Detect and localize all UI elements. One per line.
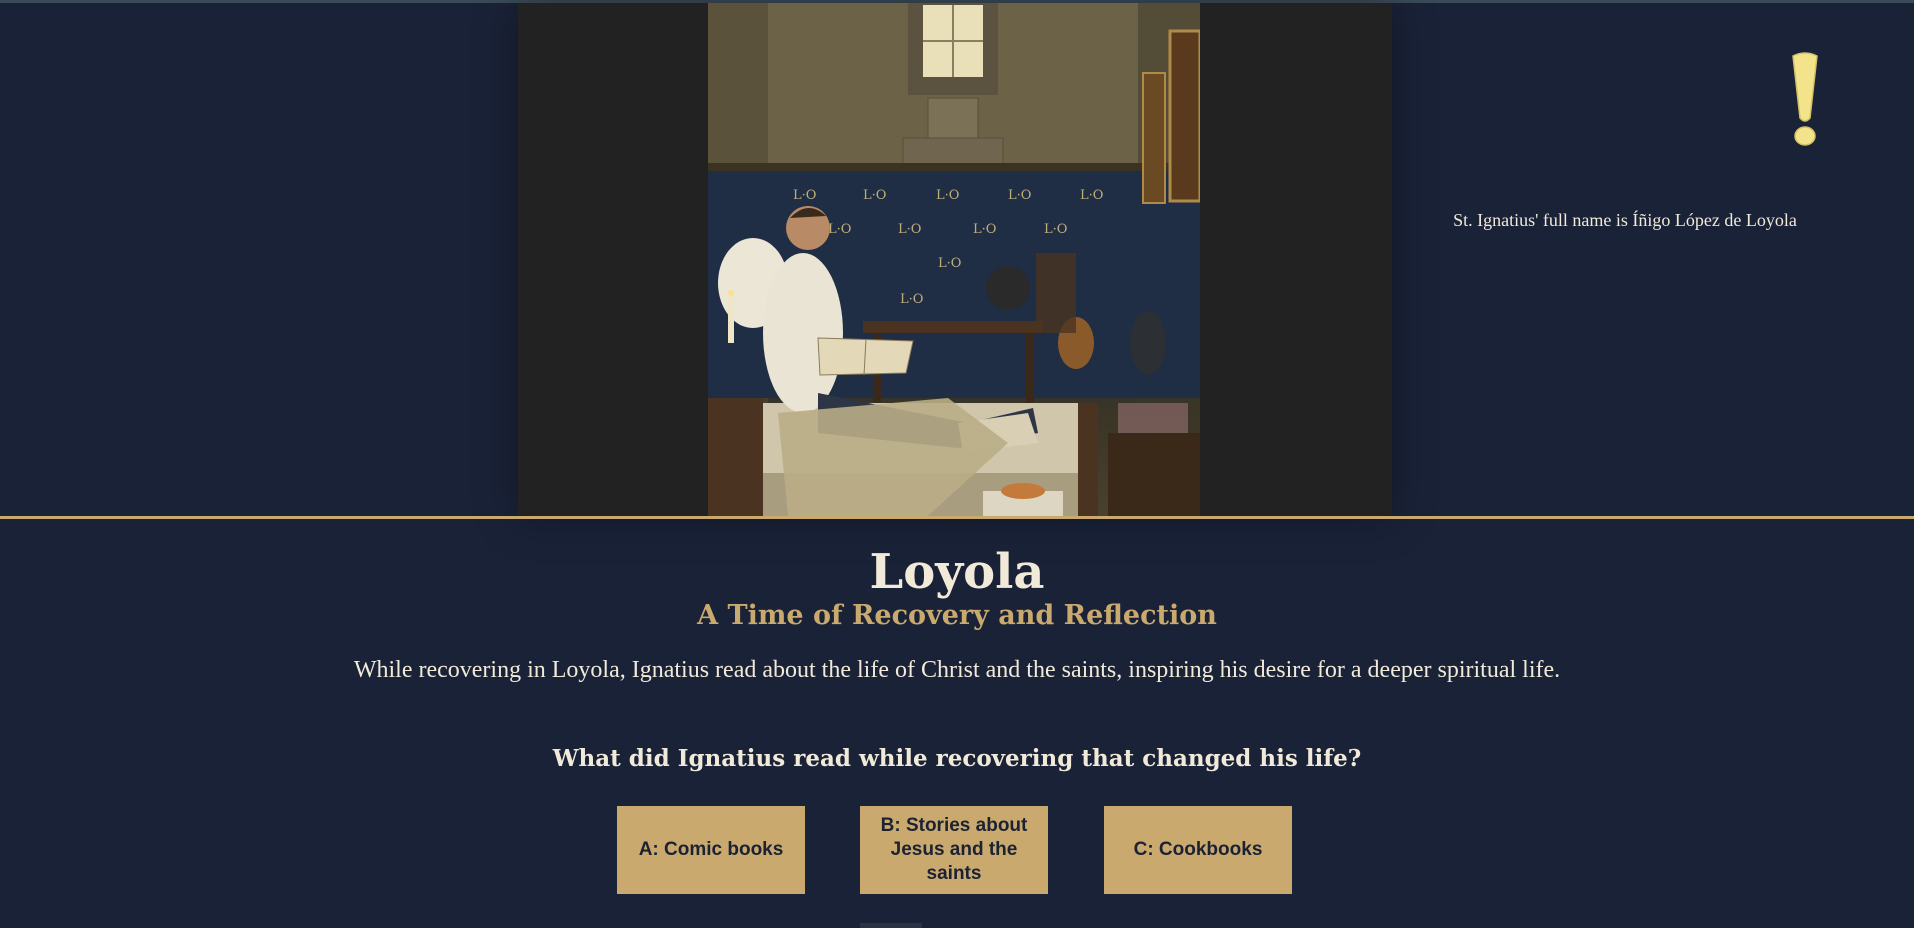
- exclamation-icon: [1792, 52, 1818, 146]
- answer-c-button[interactable]: C: Cookbooks: [1104, 806, 1292, 894]
- wall-text: L·O: [863, 188, 886, 203]
- page-subtitle: A Time of Recovery and Reflection: [697, 600, 1217, 631]
- wall-text: L·O: [828, 222, 851, 237]
- wall-text: L·O: [900, 292, 923, 307]
- wall-text: L·O: [938, 256, 961, 271]
- wall-text: L·O: [1044, 222, 1067, 237]
- wall-text: L·O: [898, 222, 921, 237]
- lesson-description: While recovering in Loyola, Ignatius rea…: [353, 657, 1561, 683]
- image-stage: L·O L·O L·O L·O L·O L·O L·O L·O L·O L·O …: [518, 3, 1392, 516]
- bottom-tab-handle[interactable]: [860, 923, 922, 928]
- page-title: Loyola: [869, 544, 1045, 600]
- wall-text: L·O: [793, 188, 816, 203]
- answer-a-button[interactable]: A: Comic books: [617, 806, 805, 894]
- answer-b-button[interactable]: B: Stories about Jesus and the saints: [860, 806, 1048, 894]
- wall-text: L·O: [936, 188, 959, 203]
- loyola-painting-image: L·O L·O L·O L·O L·O L·O L·O L·O L·O L·O …: [708, 3, 1200, 516]
- quiz-question: What did Ignatius read while recovering …: [552, 745, 1362, 772]
- wall-text: L·O: [1080, 188, 1103, 203]
- wall-text: L·O: [1008, 188, 1031, 203]
- fun-fact-text: St. Ignatius' full name is Íñigo López d…: [1453, 210, 1797, 230]
- wall-text: L·O: [973, 222, 996, 237]
- lesson-content: Loyola A Time of Recovery and Reflection…: [0, 519, 1914, 928]
